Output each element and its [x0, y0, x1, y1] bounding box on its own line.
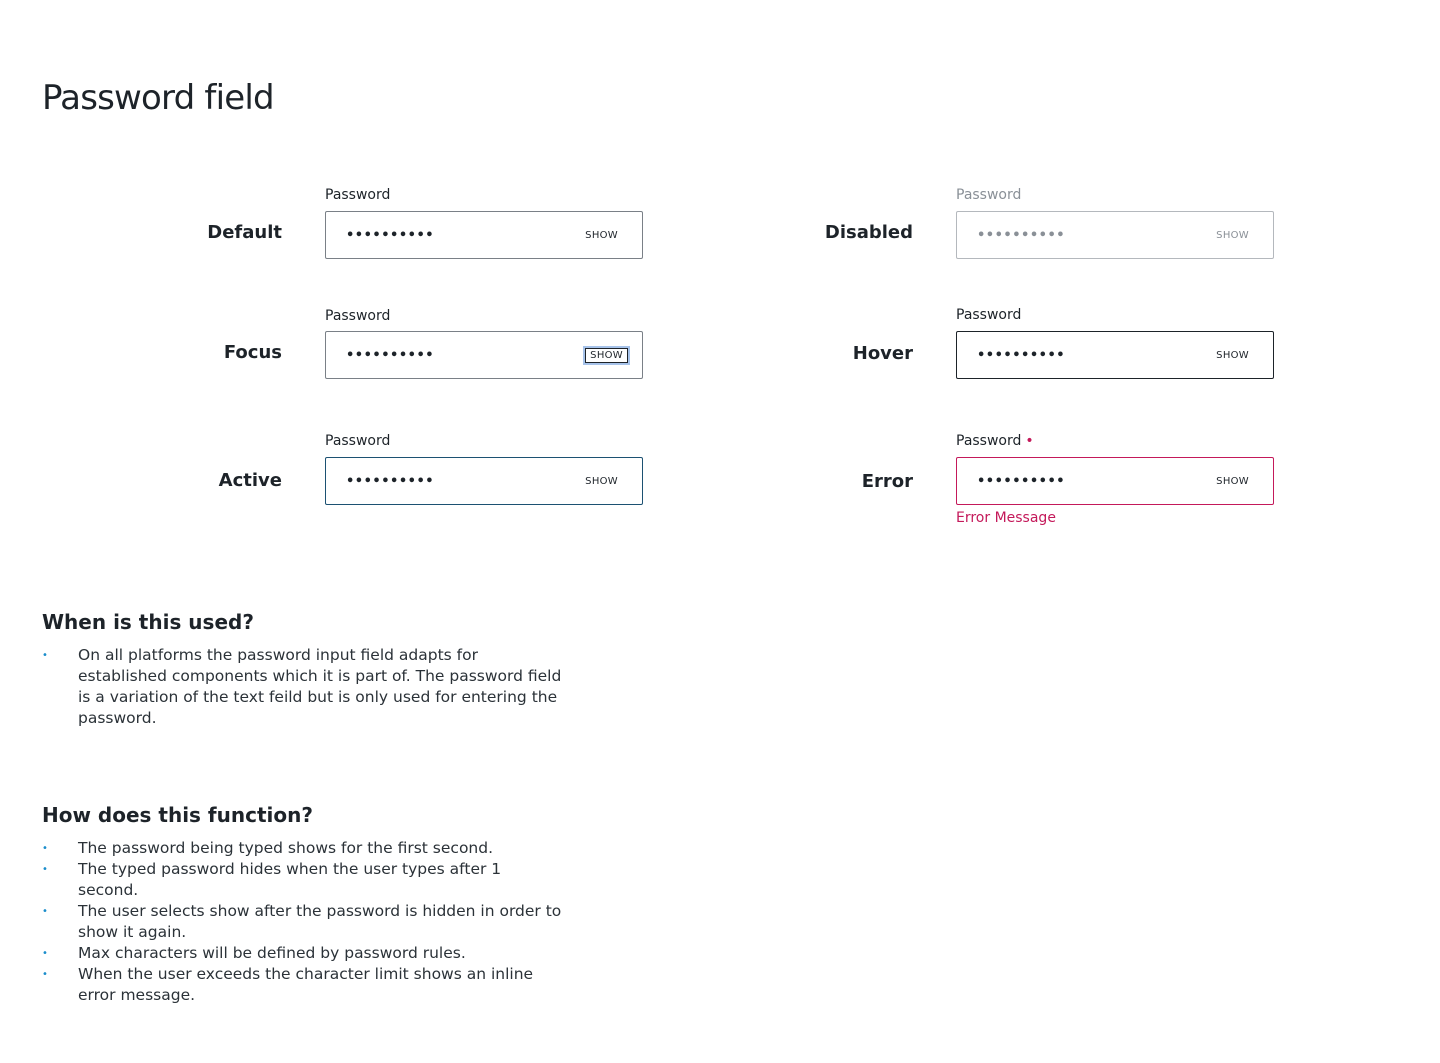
- show-password-button[interactable]: SHOW: [581, 228, 622, 243]
- list-item: The password being typed shows for the f…: [42, 838, 562, 859]
- list-item: Max characters will be defined by passwo…: [42, 943, 562, 964]
- field-label: Password: [956, 187, 1022, 203]
- password-input: •••••••••• SHOW: [956, 211, 1274, 259]
- masked-value: ••••••••••: [977, 227, 1066, 243]
- password-field-disabled: Password •••••••••• SHOW: [956, 186, 1274, 259]
- show-password-button: SHOW: [1216, 229, 1249, 241]
- field-label: Password: [325, 187, 391, 203]
- show-password-button[interactable]: SHOW: [581, 474, 622, 489]
- function-list: The password being typed shows for the f…: [42, 838, 562, 1006]
- page-title: Password field: [42, 78, 275, 118]
- masked-value: ••••••••••: [346, 227, 435, 243]
- usage-list: On all platforms the password input fiel…: [42, 645, 562, 729]
- password-input[interactable]: •••••••••• SHOW: [956, 457, 1274, 505]
- password-input[interactable]: •••••••••• SHOW: [325, 457, 643, 505]
- state-label-disabled: Disabled: [824, 222, 913, 243]
- password-field-active: Password •••••••••• SHOW: [325, 432, 643, 505]
- show-password-button[interactable]: SHOW: [1212, 474, 1253, 489]
- state-label-hover: Hover: [852, 343, 913, 364]
- field-label-text: Password: [956, 433, 1022, 449]
- password-input[interactable]: •••••••••• SHOW: [956, 331, 1274, 379]
- state-label-default: Default: [207, 222, 282, 243]
- password-input[interactable]: •••••••••• SHOW: [325, 331, 643, 379]
- list-item: The typed password hides when the user t…: [42, 859, 562, 901]
- password-field-hover: Password •••••••••• SHOW: [956, 306, 1274, 379]
- list-item: On all platforms the password input fiel…: [42, 645, 562, 729]
- masked-value: ••••••••••: [977, 347, 1066, 363]
- list-item: When the user exceeds the character limi…: [42, 964, 562, 1006]
- masked-value: ••••••••••: [346, 347, 435, 363]
- password-field-error: Password • •••••••••• SHOW Error Message: [956, 432, 1274, 526]
- usage-heading: When is this used?: [42, 610, 254, 634]
- field-label: Password: [325, 308, 391, 324]
- password-field-focus: Password •••••••••• SHOW: [325, 307, 643, 379]
- masked-value: ••••••••••: [977, 473, 1066, 489]
- state-label-error: Error: [861, 471, 913, 492]
- field-label: Password: [956, 307, 1022, 323]
- function-heading: How does this function?: [42, 803, 313, 827]
- state-label-focus: Focus: [223, 342, 282, 363]
- password-field-default: Password •••••••••• SHOW: [325, 186, 643, 259]
- required-indicator: •: [1025, 433, 1034, 449]
- state-label-active: Active: [218, 470, 282, 491]
- password-input[interactable]: •••••••••• SHOW: [325, 211, 643, 259]
- error-message: Error Message: [956, 510, 1056, 526]
- show-password-button[interactable]: SHOW: [583, 345, 630, 365]
- field-label: Password: [325, 433, 391, 449]
- show-password-button[interactable]: SHOW: [1212, 348, 1253, 363]
- list-item: The user selects show after the password…: [42, 901, 562, 943]
- masked-value: ••••••••••: [346, 473, 435, 489]
- field-label: Password •: [956, 432, 1274, 450]
